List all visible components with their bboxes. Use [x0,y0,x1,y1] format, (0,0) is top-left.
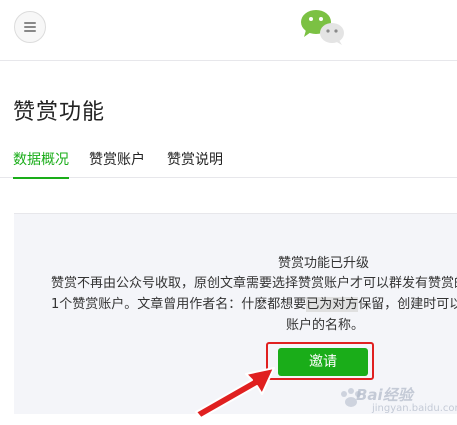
tab-data-overview[interactable]: 数据概况 [13,149,69,179]
notice-line-3: 账户的名称。 [286,318,365,333]
notice-line-1: 赞赏不再由公众号收取，原创文章需要选择赞赏账户才可以群发有赞赏的 [51,276,457,291]
notice-line-2-end: 保留，创建时可以 [358,297,457,312]
page: 赞赏功能 数据概况 赞赏账户 赞赏说明 赞赏功能已升级 赞赏不再由公众号收取，原… [0,0,457,425]
menu-button[interactable] [14,11,46,43]
tab-reward-accounts[interactable]: 赞赏账户 [89,149,145,177]
page-title: 赞赏功能 [13,100,106,125]
tab-reward-description[interactable]: 赞赏说明 [167,149,223,177]
top-header [0,0,457,61]
watermark-text: Bai经验 [356,386,413,404]
hamburger-icon [24,22,36,24]
notice-line-2: 1个赞赏账户。文章曾用作者名：什麽都想要已为对方保留，创建时可以 [51,293,457,312]
notice-line-2-highlight: 已为对方 [306,297,359,312]
tab-bar: 数据概况 赞赏账户 赞赏说明 [0,145,457,179]
notice-title: 赞赏功能已升级 [278,256,370,271]
invite-button[interactable]: 邀请 [278,348,368,376]
wechat-logo-icon [301,10,344,45]
watermark-subtext: jingyan.baidu.com [372,403,457,414]
red-arrow-icon [195,367,275,419]
notice-line-2-start: 1个赞赏账户。文章曾用作者名：什麽都想要 [51,297,307,312]
